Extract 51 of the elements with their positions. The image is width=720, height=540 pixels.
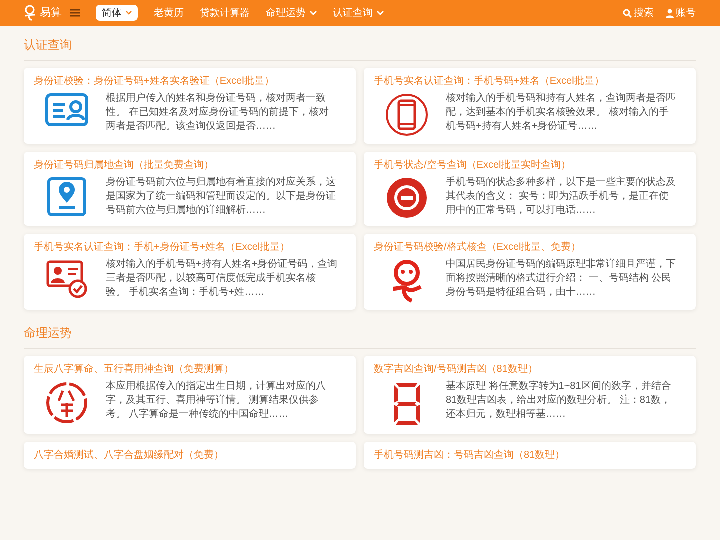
- mascot-logo-icon: [390, 259, 424, 303]
- seal-icon: [45, 381, 89, 425]
- service-card[interactable]: 身份证号码归属地查询（批量免费查询） 身份证号码前六位与归属地有着直接的对应关系，这是国家为了统一编码和管理而设定的。以下是身份证号码前六位与归属地的详细解析……: [24, 152, 356, 226]
- id-card-icon: [45, 93, 89, 127]
- minus-circle-icon: [386, 177, 428, 219]
- service-card[interactable]: 身份证号码校验/格式核查（Excel批量、免费） 中国居民身份证号码的编码原理非常详细且严谨，下面将按照清晰的格式进行介绍： 一、号码结构 公民身份号码是特征组合码，由十……: [364, 234, 696, 310]
- section-title: 命理运势: [24, 325, 72, 342]
- menu-icon[interactable]: [70, 9, 80, 17]
- card-title[interactable]: 生辰八字算命、五行喜用神查询（免费测算）: [34, 363, 346, 376]
- service-card[interactable]: 身份证校验：身份证号码+姓名实名验证（Excel批量） 根据用户传入的姓名和身份证号码，核对两者一致性。 在已知姓名及对应身份证号码的前提下，核对两者是否匹配。该查询仅返回是否……: [24, 68, 356, 144]
- card-title[interactable]: 手机号实名认证查询：手机号码+姓名（Excel批量）: [374, 75, 686, 88]
- service-card[interactable]: 手机号实名认证查询：手机号码+姓名（Excel批量） 核对输入的手机号码和持有人姓名，查询两者是否匹配，达到基本的手机实名核验效果。 核对输入的手机号码+持有人姓名+身份证号……: [364, 68, 696, 144]
- service-card[interactable]: 八字合婚测试、八字合盘姻缘配对（免费）: [24, 442, 356, 469]
- card-title[interactable]: 手机号状态/空号查询（Excel批量实时查询）: [374, 159, 686, 172]
- card-title[interactable]: 身份证号码校验/格式核查（Excel批量、免费）: [374, 241, 686, 254]
- card-description: 核对输入的手机号码和持有人姓名，查询两者是否匹配，达到基本的手机实名核验效果。 核对输入的手机号码+持有人姓名+身份证号……: [446, 92, 677, 134]
- service-card[interactable]: 手机号状态/空号查询（Excel批量实时查询） 手机号码的状态多种多样，以下是一些主要的状态及其代表的含义： 实号：即为活跃手机号，是正在使用中的正常号码，可以打电话……: [364, 152, 696, 226]
- card-title[interactable]: 数字吉凶查询/号码测吉凶（81数理）: [374, 363, 686, 376]
- card-description: 本应用根据传入的指定出生日期，计算出对应的八字，及其五行、喜用神等详情。 测算结果仅供参考。 八字算命是一种传统的中国命理……: [106, 380, 327, 422]
- service-card[interactable]: 手机号码测吉凶：号码吉凶查询（81数理）: [364, 442, 696, 469]
- card-description: 身份证号码前六位与归属地有着直接的对应关系，这是国家为了统一编码和管理而设定的。以下是身份证号码前六位与归属地的详细解析……: [106, 176, 337, 218]
- nav-link[interactable]: 命理运势: [266, 6, 317, 20]
- card-description: 根据用户传入的姓名和身份证号码，核对两者一致性。 在已知姓名及对应身份证号码的前提下，核对两者是否匹配。该查询仅返回是否……: [106, 92, 330, 134]
- phone-icon: [385, 93, 429, 137]
- card-title[interactable]: 八字合婚测试、八字合盘姻缘配对（免费）: [34, 449, 346, 462]
- service-card[interactable]: 生辰八字算命、五行喜用神查询（免费测算） 本应用根据传入的指定出生日期，计算出对应的八字，及其五行、喜用神等详情。 测算结果仅供参考。 八字算命是一种传统的中国命理……: [24, 356, 356, 434]
- mascot-logo-icon: [24, 5, 36, 21]
- user-icon: [666, 8, 674, 18]
- location-pin-icon: [47, 177, 87, 217]
- id-card-check-icon: [46, 259, 88, 299]
- card-title[interactable]: 身份证号码归属地查询（批量免费查询）: [34, 159, 346, 172]
- service-card[interactable]: 手机号实名认证查询：手机+身份证号+姓名（Excel批量） 核对输入的手机号码+持有人姓名+身份证号码，查询三者是否匹配，以较高可信度低完成手机实名核验。 手机实名查询：手机号+姓……: [24, 234, 356, 310]
- language-select[interactable]: 简体: [96, 5, 138, 21]
- nav-link[interactable]: 认证查询: [333, 6, 384, 20]
- nav-link[interactable]: 老黄历: [154, 6, 184, 20]
- service-card[interactable]: 数字吉凶查询/号码测吉凶（81数理） 基本原理 将任意数字转为1~81区间的数字，并结合81数理吉凶表，给出对应的数理分析。 注：81数，还本归元，数理相等基……: [364, 356, 696, 434]
- card-description: 手机号码的状态多种多样，以下是一些主要的状态及其代表的含义： 实号：即为活跃手机号，是正在使用中的正常号码，可以打电话……: [446, 176, 677, 218]
- card-title[interactable]: 手机号实名认证查询：手机+身份证号+姓名（Excel批量）: [34, 241, 346, 254]
- card-description: 中国居民身份证号码的编码原理非常详细且严谨，下面将按照清晰的格式进行介绍： 一、号码结构 公民身份号码是特征组合码，由十……: [446, 258, 677, 300]
- caret-icon: [126, 11, 132, 15]
- card-description: 核对输入的手机号码+持有人姓名+身份证号码，查询三者是否匹配，以较高可信度低完成手机实名核验。 手机实名查询：手机号+姓……: [106, 258, 339, 300]
- card-title[interactable]: 手机号码测吉凶：号码吉凶查询（81数理）: [374, 449, 686, 462]
- card-description: 基本原理 将任意数字转为1~81区间的数字，并结合81数理吉凶表，给出对应的数理分析。 注：81数，还本归元，数理相等基……: [446, 380, 672, 422]
- account-link[interactable]: 账号: [666, 6, 696, 20]
- brand-name[interactable]: 易算: [40, 4, 62, 22]
- card-title[interactable]: 身份证校验：身份证号码+姓名实名验证（Excel批量）: [34, 75, 346, 88]
- search-link[interactable]: 搜索: [623, 6, 654, 20]
- digit-eight-icon: [392, 381, 422, 427]
- section-title: 认证查询: [24, 37, 72, 54]
- nav-link[interactable]: 贷款计算器: [200, 6, 250, 20]
- search-icon: [623, 8, 632, 18]
